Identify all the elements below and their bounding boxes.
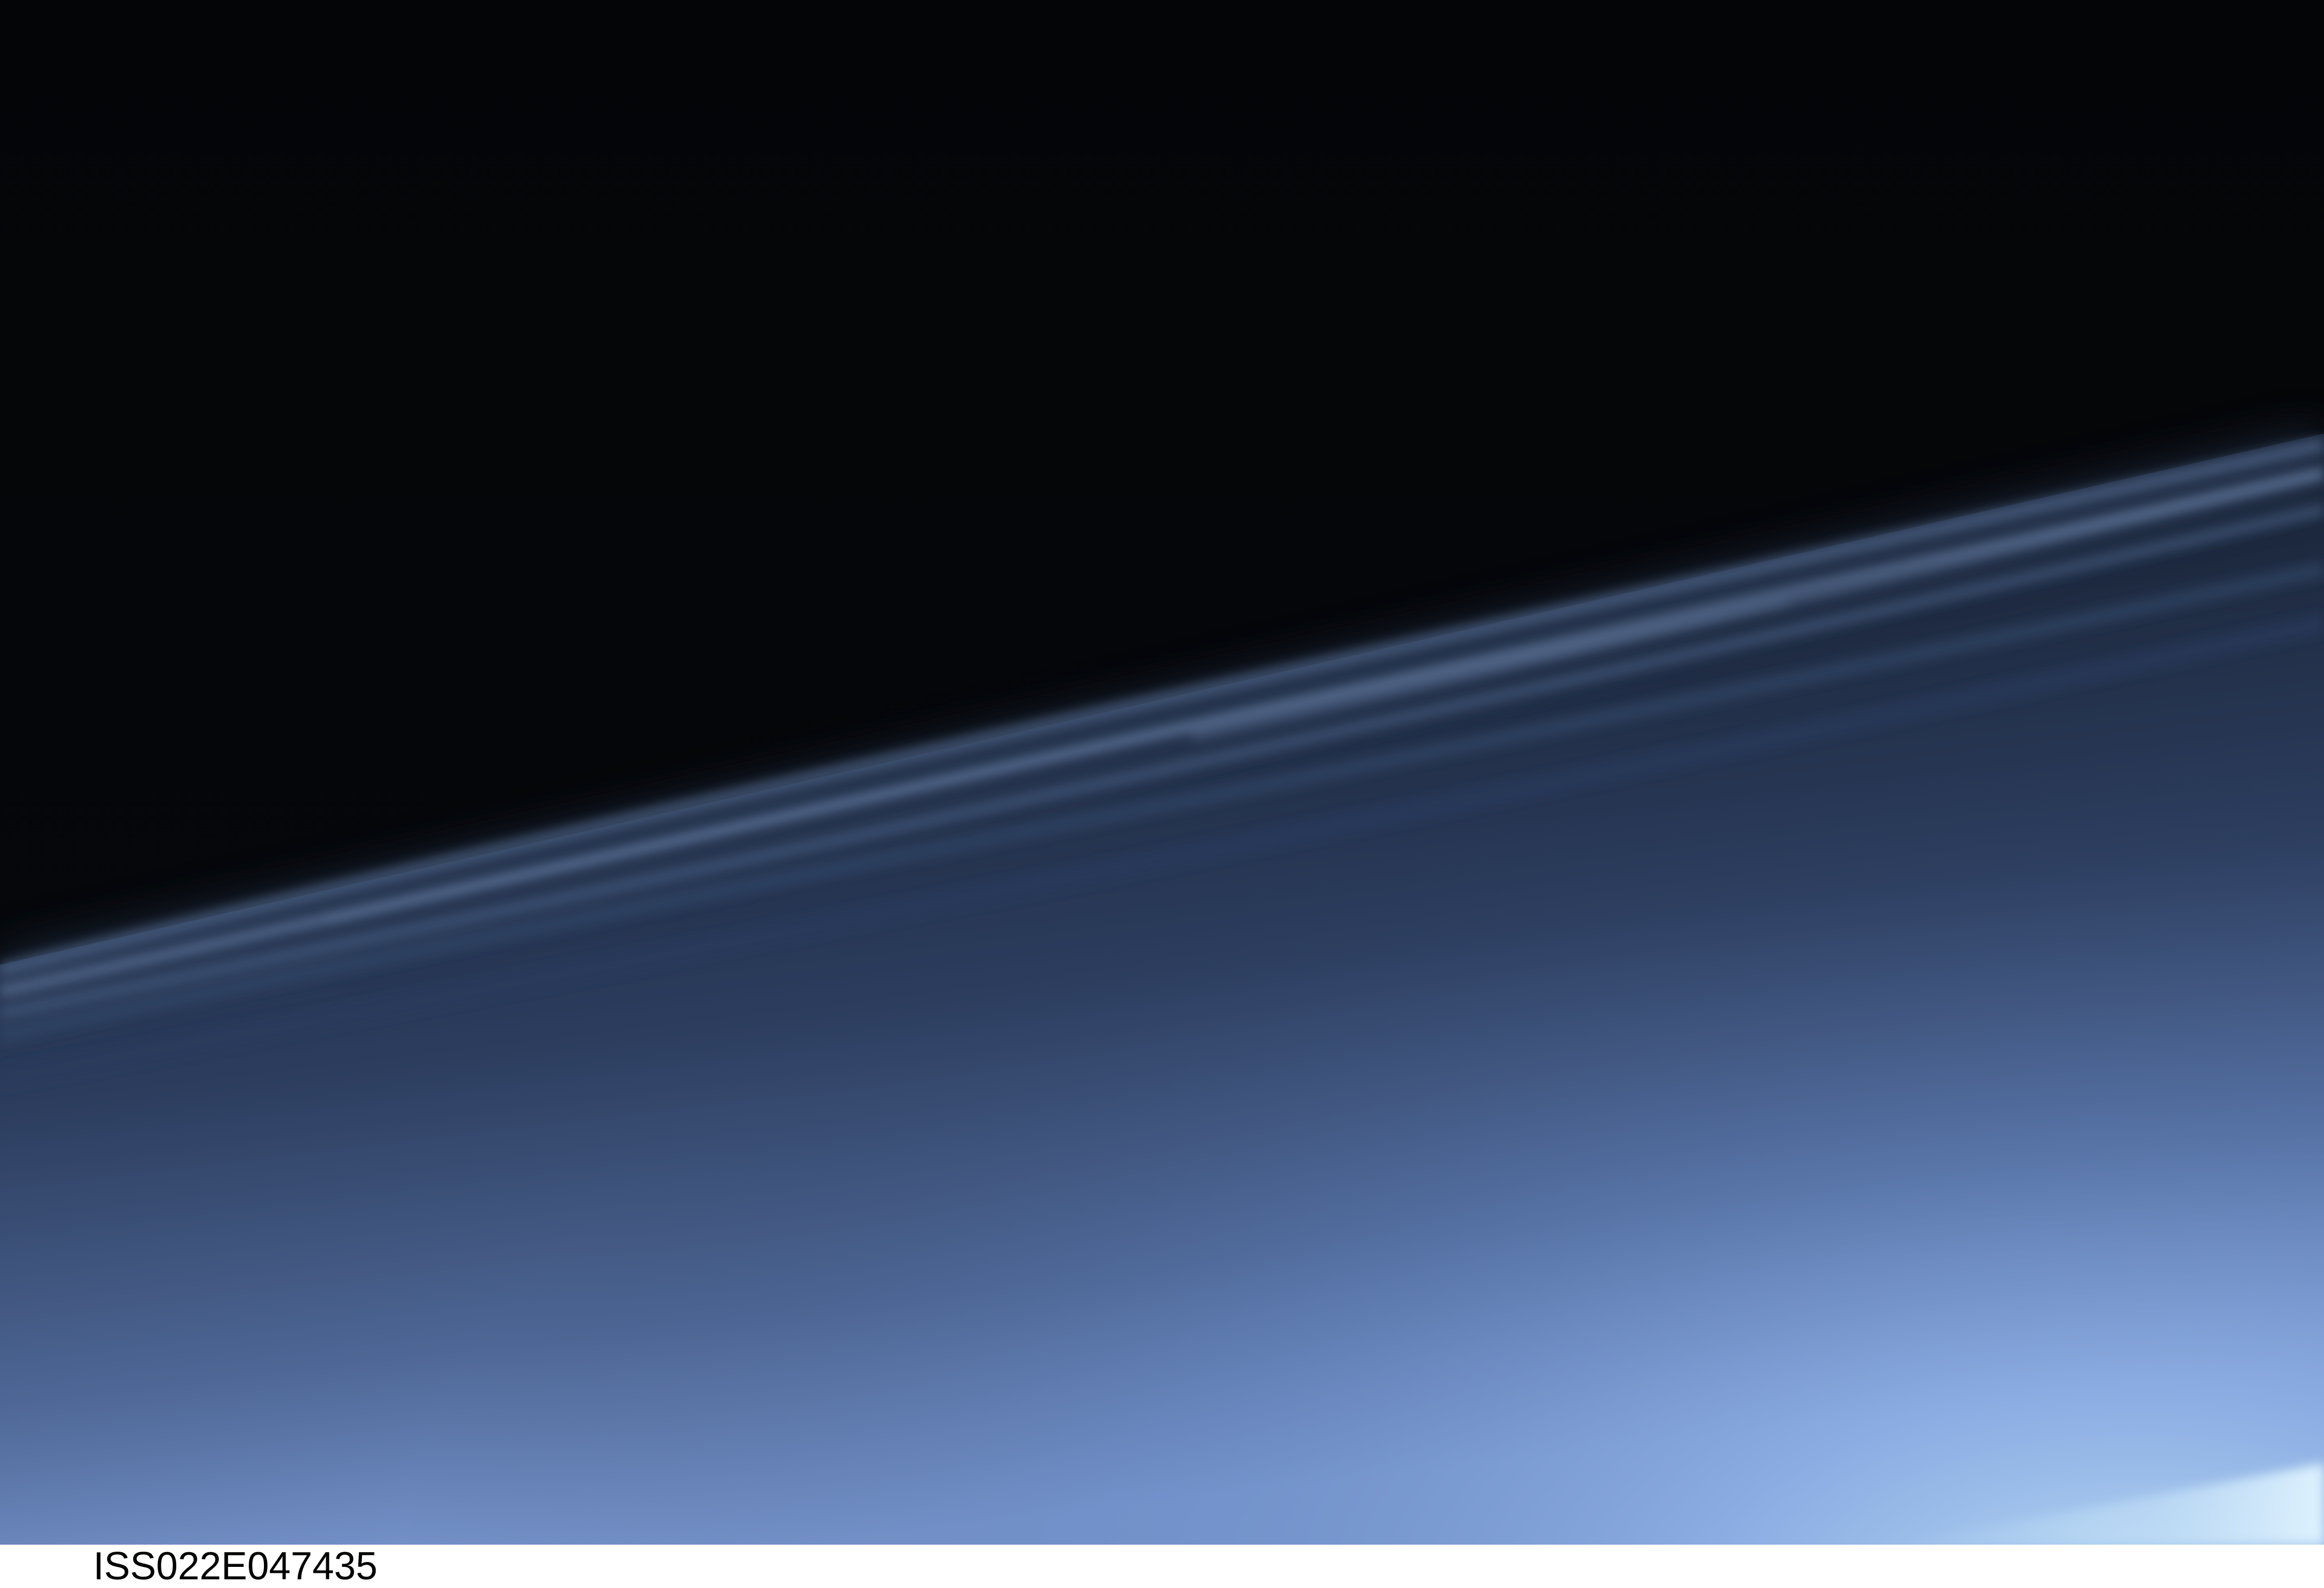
earth-limb-photo <box>0 0 2324 1545</box>
photo-id-label: ISS022E047435 <box>93 1545 378 1588</box>
horizon-glow <box>0 434 2324 1545</box>
earth-limb-image <box>0 0 2324 1545</box>
